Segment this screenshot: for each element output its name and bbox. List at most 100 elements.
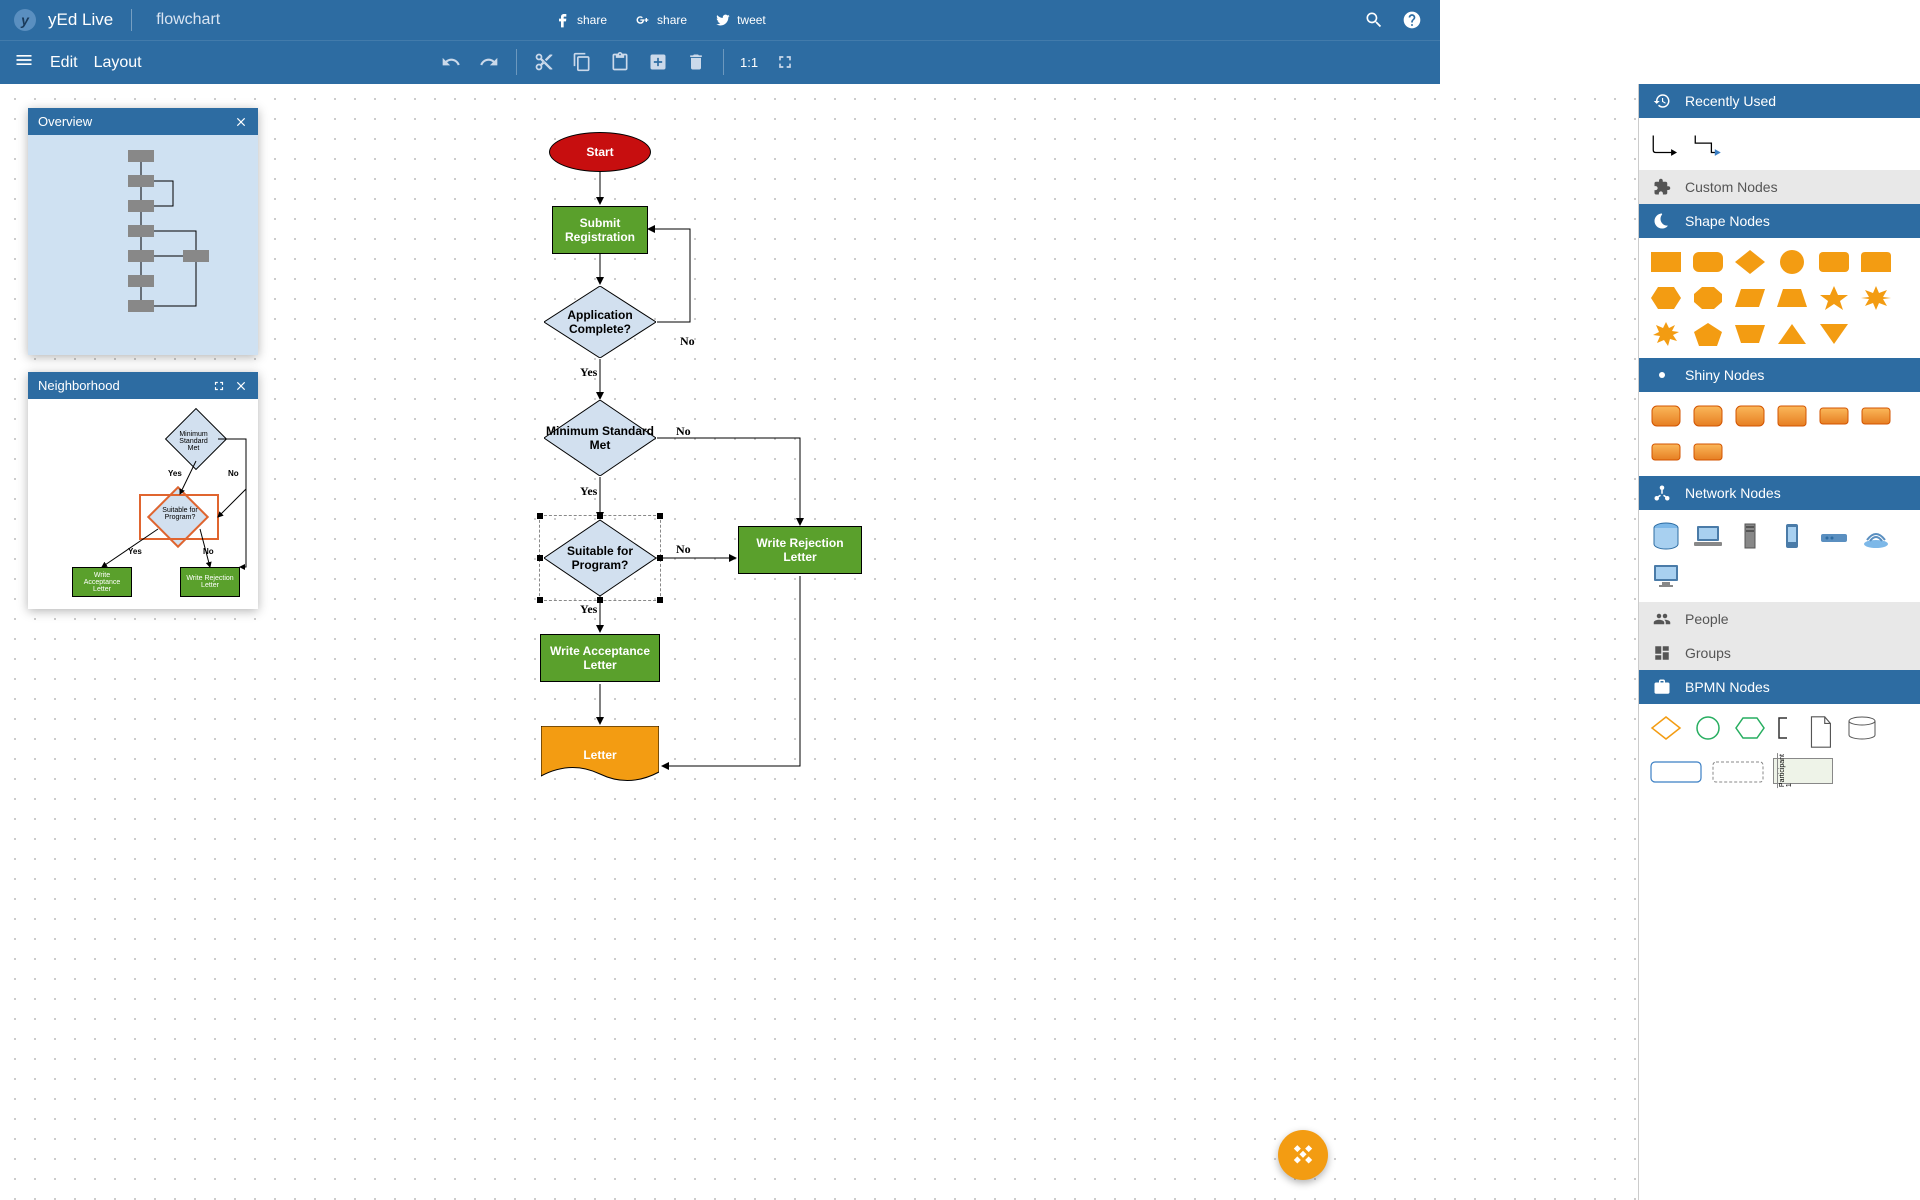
facebook-icon bbox=[555, 12, 571, 28]
bpmn-annotation[interactable] bbox=[1775, 714, 1795, 742]
network-router[interactable] bbox=[1817, 520, 1851, 552]
edge-label: Yes bbox=[580, 365, 597, 380]
section-shiny-nodes[interactable]: Shiny Nodes bbox=[1639, 358, 1920, 392]
people-icon bbox=[1653, 610, 1671, 628]
shape-triangle-down[interactable] bbox=[1817, 320, 1851, 348]
section-bpmn-nodes[interactable]: BPMN Nodes bbox=[1639, 670, 1920, 704]
cut-button[interactable] bbox=[533, 51, 555, 73]
network-monitor[interactable] bbox=[1649, 560, 1683, 592]
dashboard-icon bbox=[1653, 644, 1671, 662]
moon-icon bbox=[1653, 212, 1671, 230]
title-bar: y yEd Live flowchart share share tweet bbox=[0, 0, 1440, 40]
shiny-4[interactable] bbox=[1775, 402, 1809, 430]
node-letter[interactable]: Letter bbox=[541, 726, 659, 784]
shape-star5[interactable] bbox=[1817, 284, 1851, 312]
node-acceptance[interactable]: Write Acceptance Letter bbox=[540, 634, 660, 682]
redo-button[interactable] bbox=[478, 51, 500, 73]
node-start[interactable]: Start bbox=[549, 132, 651, 172]
shape-roundrect[interactable] bbox=[1691, 248, 1725, 276]
node-minstd[interactable]: Minimum Standard Met bbox=[544, 400, 656, 476]
bpmn-task[interactable] bbox=[1649, 758, 1703, 786]
canvas[interactable]: Overview bbox=[0, 84, 1638, 1200]
node-submit[interactable]: Submit Registration bbox=[552, 206, 648, 254]
shape-roundrect2[interactable] bbox=[1817, 248, 1851, 276]
bpmn-dataobject[interactable] bbox=[1803, 714, 1837, 750]
shape-trapezoid2[interactable] bbox=[1733, 320, 1767, 348]
shiny-7[interactable] bbox=[1649, 438, 1683, 466]
fab-button[interactable] bbox=[1278, 1130, 1328, 1180]
sparkle-icon bbox=[1653, 366, 1671, 384]
shape-trapezoid[interactable] bbox=[1775, 284, 1809, 312]
right-sidebar: Palette Properties Recently Used Custom … bbox=[1638, 84, 1920, 1200]
shiny-1[interactable] bbox=[1649, 402, 1683, 430]
bpmn-event[interactable] bbox=[1691, 714, 1725, 742]
help-icon[interactable] bbox=[1402, 10, 1422, 30]
twitter-share[interactable]: tweet bbox=[715, 12, 766, 28]
shape-diamond[interactable] bbox=[1733, 248, 1767, 276]
search-icon[interactable] bbox=[1364, 10, 1384, 30]
history-icon bbox=[1653, 92, 1671, 110]
undo-button[interactable] bbox=[440, 51, 462, 73]
shiny-6[interactable] bbox=[1859, 402, 1893, 430]
section-shape-nodes[interactable]: Shape Nodes bbox=[1639, 204, 1920, 238]
paste-button[interactable] bbox=[609, 51, 631, 73]
shape-tab[interactable] bbox=[1859, 248, 1893, 276]
network-wifi[interactable] bbox=[1859, 520, 1893, 552]
hamburger-menu[interactable] bbox=[14, 50, 34, 75]
shape-octagon[interactable] bbox=[1691, 284, 1725, 312]
section-groups[interactable]: Groups bbox=[1639, 636, 1920, 670]
shape-pentagon[interactable] bbox=[1691, 320, 1725, 348]
node-complete[interactable]: Application Complete? bbox=[544, 286, 656, 358]
shiny-3[interactable] bbox=[1733, 402, 1767, 430]
network-server[interactable] bbox=[1733, 520, 1767, 552]
twitter-icon bbox=[715, 12, 731, 28]
gplus-share[interactable]: share bbox=[635, 12, 687, 28]
shape-parallelogram[interactable] bbox=[1733, 284, 1767, 312]
app-logo-icon: y bbox=[14, 9, 36, 31]
bpmn-subprocess[interactable] bbox=[1711, 758, 1765, 786]
shiny-8[interactable] bbox=[1691, 438, 1725, 466]
edge-label: Yes bbox=[580, 602, 597, 617]
bpmn-gateway[interactable] bbox=[1649, 714, 1683, 742]
copy-button[interactable] bbox=[571, 51, 593, 73]
edge-label: Yes bbox=[580, 484, 597, 499]
edge-label: No bbox=[676, 542, 691, 557]
network-icon bbox=[1653, 484, 1671, 502]
node-rejection[interactable]: Write Rejection Letter bbox=[738, 526, 862, 574]
edge-label: No bbox=[680, 334, 695, 349]
section-network-nodes[interactable]: Network Nodes bbox=[1639, 476, 1920, 510]
section-people[interactable]: People bbox=[1639, 602, 1920, 636]
bpmn-participant[interactable]: Participant 1 bbox=[1773, 758, 1833, 784]
palette-item-edge-curve[interactable] bbox=[1649, 130, 1683, 158]
delete-button[interactable] bbox=[685, 51, 707, 73]
shape-burst[interactable] bbox=[1859, 284, 1893, 312]
shiny-2[interactable] bbox=[1691, 402, 1725, 430]
facebook-share[interactable]: share bbox=[555, 12, 607, 28]
zoom-reset-button[interactable]: 1:1 bbox=[740, 55, 758, 70]
node-suitable[interactable]: Suitable for Program? bbox=[544, 520, 656, 596]
shape-triangle-up[interactable] bbox=[1775, 320, 1809, 348]
network-phone[interactable] bbox=[1775, 520, 1809, 552]
shape-circle[interactable] bbox=[1775, 248, 1809, 276]
shiny-5[interactable] bbox=[1817, 402, 1851, 430]
menu-bar: Edit Layout 1:1 bbox=[0, 40, 1440, 84]
shape-hexagon[interactable] bbox=[1649, 284, 1683, 312]
duplicate-button[interactable] bbox=[647, 51, 669, 73]
extension-icon bbox=[1653, 178, 1671, 196]
shape-rect[interactable] bbox=[1649, 248, 1683, 276]
network-laptop[interactable] bbox=[1691, 520, 1725, 552]
section-custom-nodes[interactable]: Custom Nodes bbox=[1639, 170, 1920, 204]
menu-edit[interactable]: Edit bbox=[50, 54, 78, 72]
edge-label: No bbox=[676, 424, 691, 439]
flowchart-diagram: Start Submit Registration Application Co… bbox=[0, 84, 1638, 1200]
bpmn-hex[interactable] bbox=[1733, 714, 1767, 742]
fit-content-button[interactable] bbox=[774, 51, 796, 73]
palette-item-edge-ortho[interactable] bbox=[1691, 130, 1725, 158]
gplus-icon bbox=[635, 12, 651, 28]
section-recently-used[interactable]: Recently Used bbox=[1639, 84, 1920, 118]
document-name[interactable]: flowchart bbox=[150, 11, 220, 29]
bpmn-datastore[interactable] bbox=[1845, 714, 1879, 742]
menu-layout[interactable]: Layout bbox=[94, 54, 142, 72]
shape-star8[interactable] bbox=[1649, 320, 1683, 348]
network-database[interactable] bbox=[1649, 520, 1683, 552]
